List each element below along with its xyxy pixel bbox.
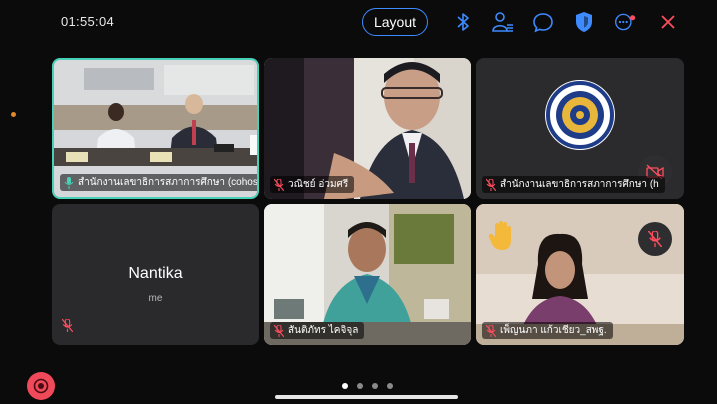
layout-button[interactable]: Layout [362,8,428,36]
mic-muted-icon [648,231,662,247]
mic-muted-icon [486,178,496,191]
page-dot-4[interactable] [387,383,393,389]
record-icon [33,378,49,394]
participant-name: สำนักงานเลขาธิการสภาการศึกษา (cohost) [78,177,259,188]
participant-label: สำนักงานเลขาธิการสภาการศึกษา (h [482,176,665,193]
participant-name: สันติภัทร ไคจิจุล [288,325,359,336]
participant-name: วณิชย์ อ่วมศรี [288,179,349,190]
video-tile-self[interactable]: Nantika me [52,204,259,345]
close-icon[interactable] [657,10,679,34]
video-tile-participant[interactable]: วณิชย์ อ่วมศรี [264,58,471,199]
raised-hand-icon [488,220,516,257]
chat-icon[interactable] [532,10,554,34]
self-tag: me [148,293,163,304]
page-indicator[interactable] [342,383,393,389]
security-shield-icon[interactable] [573,10,595,34]
participant-label: วณิชย์ อ่วมศรี [270,176,355,193]
page-dot-1[interactable] [342,383,348,389]
self-name: Nantika [128,265,183,282]
participant-name: เพ็ญนภา แก้วเชียว_สพฐ. [500,325,607,336]
video-tile-participant[interactable]: สันติภัทร ไคจิจุล [264,204,471,345]
participant-name: สำนักงานเลขาธิการสภาการศึกษา (h [500,179,659,190]
self-mic-status [61,318,74,337]
mic-on-icon [64,176,74,189]
elapsed-time: 01:55:04 [61,14,115,29]
video-tile-participant[interactable]: เพ็ญนภา แก้วเชียว_สพฐ. [476,204,684,345]
video-tile-cohost[interactable]: สำนักงานเลขาธิการสภาการศึกษา (cohost) [52,58,259,199]
participants-icon[interactable] [492,10,514,34]
mic-muted-icon [61,318,74,333]
mic-muted-icon [274,178,284,191]
participant-label: เพ็ญนภา แก้วเชียว_สพฐ. [482,322,613,339]
video-tile-host[interactable]: สำนักงานเลขาธิการสภาการศึกษา (h [476,58,684,199]
home-indicator[interactable] [275,395,458,399]
mic-muted-icon [486,324,496,337]
more-options-icon[interactable] [614,10,636,34]
page-dot-3[interactable] [372,383,378,389]
record-button[interactable] [27,372,55,400]
bluetooth-icon[interactable] [452,10,474,34]
mic-off-indicator [638,222,672,256]
page-dot-2[interactable] [357,383,363,389]
top-bar: 01:55:04 Layout [0,0,717,46]
participant-label: สันติภัทร ไคจิจุล [270,322,365,339]
mic-muted-icon [274,324,284,337]
participant-label: สำนักงานเลขาธิการสภาการศึกษา (cohost) [60,174,259,191]
notification-dot [11,112,16,117]
